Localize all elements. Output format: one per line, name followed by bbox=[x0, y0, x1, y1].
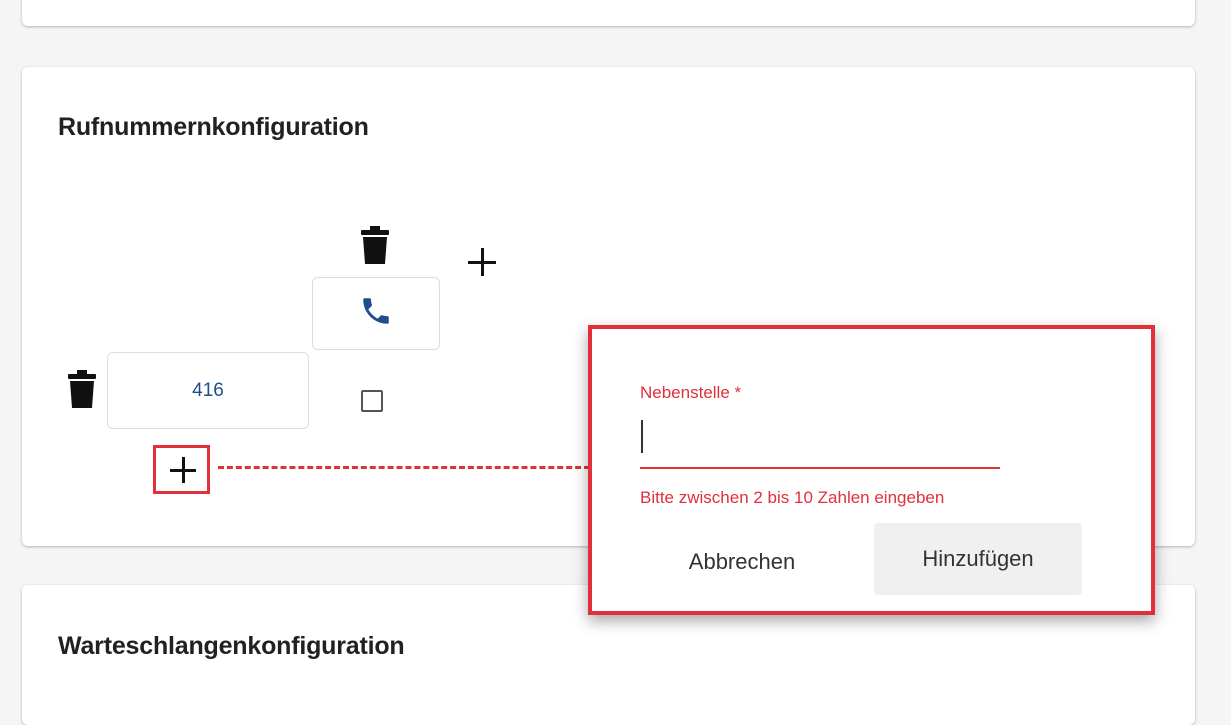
phone-node[interactable] bbox=[312, 277, 440, 350]
text-caret bbox=[641, 420, 643, 453]
callout-connector bbox=[218, 466, 590, 469]
add-extension-button[interactable] bbox=[153, 445, 210, 494]
extension-error-message: Bitte zwischen 2 bis 10 Zahlen eingeben bbox=[640, 488, 945, 507]
add-phone-plus-icon[interactable] bbox=[468, 248, 496, 276]
extension-input[interactable] bbox=[640, 411, 1000, 469]
extension-field-label: Nebenstelle * bbox=[640, 383, 742, 402]
top-card bbox=[22, 0, 1195, 26]
number-node[interactable]: 416 bbox=[107, 352, 309, 429]
trash-icon[interactable] bbox=[361, 226, 389, 264]
checkbox-icon[interactable] bbox=[361, 390, 383, 412]
add-extension-popup: Nebenstelle * Bitte zwischen 2 bis 10 Za… bbox=[588, 325, 1155, 615]
plus-icon bbox=[170, 457, 196, 483]
number-config-title: Rufnummernkonfiguration bbox=[58, 113, 369, 141]
trash-icon[interactable] bbox=[68, 370, 96, 408]
cancel-button[interactable]: Abbrechen bbox=[652, 527, 832, 597]
queue-config-title: Warteschlangenkonfiguration bbox=[58, 632, 405, 660]
phone-icon bbox=[359, 294, 393, 333]
add-button[interactable]: Hinzufügen bbox=[874, 523, 1082, 595]
number-node-value: 416 bbox=[192, 379, 224, 401]
